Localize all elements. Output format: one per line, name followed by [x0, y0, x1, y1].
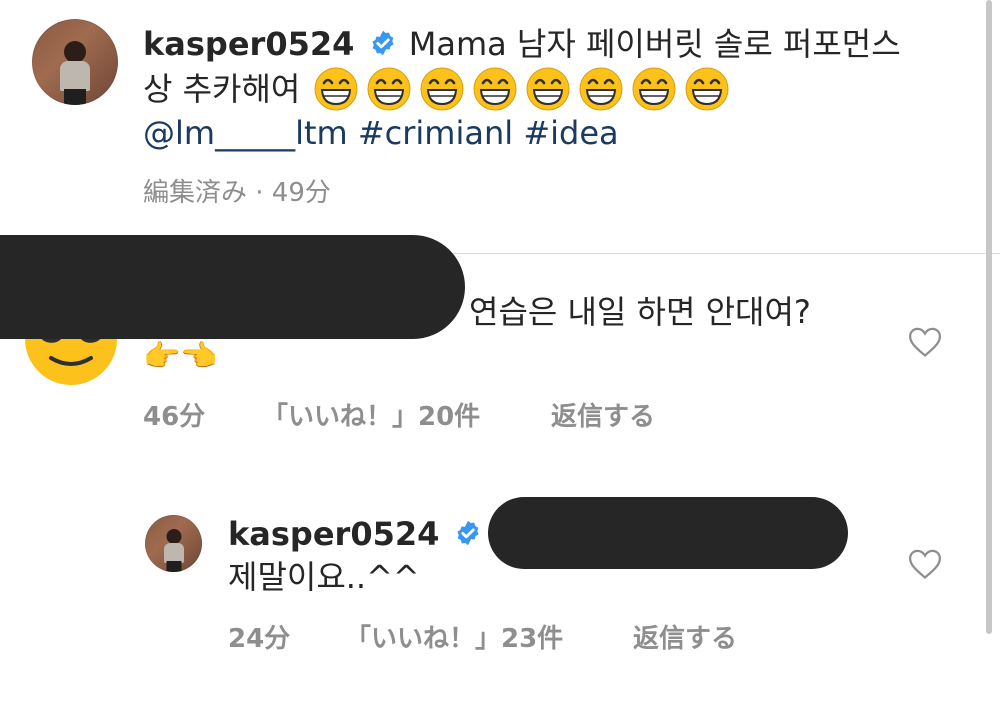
redacted-commenter-name	[0, 235, 465, 339]
heart-outline-icon[interactable]	[908, 548, 942, 580]
comment-reply-button[interactable]: 返信する	[551, 400, 655, 434]
post-tags: @lm_____ltm #crimianl #idea	[143, 113, 619, 153]
reply-header: kasper0524	[228, 514, 482, 554]
post-caption-line2: 상 추카해여	[143, 64, 730, 111]
post-username[interactable]: kasper0524	[143, 25, 354, 63]
grin-emoji-icon	[420, 67, 464, 111]
grin-emoji-icon	[632, 67, 676, 111]
reply-likes[interactable]: 「いいね！」23件	[345, 622, 563, 656]
hashtag-link-2[interactable]: #idea	[523, 114, 618, 152]
mention-link[interactable]: @lm_____ltm	[143, 114, 348, 152]
grin-emoji-icon	[473, 67, 517, 111]
comment-time: 46分	[143, 402, 206, 432]
post-caption-text2: 상 추카해여	[143, 70, 301, 108]
post-meta: 編集済み · 49分	[143, 178, 331, 208]
grin-emoji-icon	[367, 67, 411, 111]
grin-emoji-icon	[579, 67, 623, 111]
comment-text-line1: 연습은 내일 하면 안대여?	[469, 293, 811, 331]
verified-badge-icon	[371, 30, 394, 56]
grin-emoji-icon	[526, 67, 570, 111]
reply-avatar[interactable]	[145, 515, 202, 572]
comment-likes[interactable]: 「いいね！」20件	[262, 400, 480, 434]
verified-badge-icon	[456, 520, 479, 546]
reply-reply-button[interactable]: 返信する	[633, 622, 737, 656]
scrollbar[interactable]	[986, 0, 992, 634]
heart-outline-icon[interactable]	[908, 326, 942, 358]
reply-text: 제말이요..^^	[228, 558, 420, 596]
reply-username[interactable]: kasper0524	[228, 515, 439, 553]
reply-time: 24分	[228, 624, 291, 654]
redacted-reply-mention	[488, 497, 848, 569]
post-caption-line1: kasper0524 Mama 남자 페이버릿 솔로 퍼포먼스	[143, 24, 901, 64]
grin-emoji-icon	[685, 67, 729, 111]
post-avatar[interactable]	[32, 19, 118, 105]
grin-emoji-icon	[314, 67, 358, 111]
post-caption-text1: Mama 남자 페이버릿 솔로 퍼포먼스	[408, 25, 901, 63]
hashtag-link-1[interactable]: #crimianl	[358, 114, 513, 152]
grin-emoji-row	[311, 67, 730, 111]
comment-text-line2: 👉👈	[143, 339, 218, 374]
